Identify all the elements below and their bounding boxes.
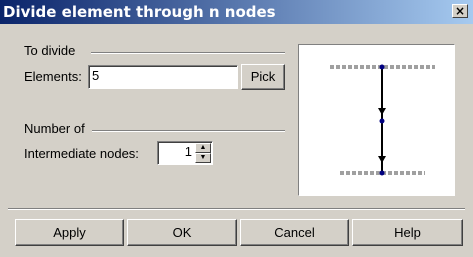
elements-label: Elements:	[24, 69, 82, 84]
spin-down-icon: ▼	[199, 154, 207, 161]
title-bar: Divide element through n nodes ×	[0, 0, 473, 24]
preview-panel	[298, 44, 455, 196]
help-button[interactable]: Help	[352, 219, 463, 246]
number-of-group-line	[92, 130, 285, 132]
divided-beam-preview-icon	[330, 64, 435, 176]
to-divide-group-label: To divide	[24, 43, 76, 58]
pick-button[interactable]: Pick	[241, 64, 285, 90]
number-of-group-label: Number of	[24, 121, 85, 136]
window-title: Divide element through n nodes	[3, 3, 276, 21]
to-divide-group-line	[91, 52, 285, 54]
cancel-button[interactable]: Cancel	[240, 219, 349, 246]
apply-button[interactable]: Apply	[15, 219, 124, 246]
spin-up-button[interactable]: ▲	[195, 143, 211, 153]
spin-down-button[interactable]: ▼	[195, 153, 211, 163]
ok-button[interactable]: OK	[127, 219, 237, 246]
elements-input[interactable]: 5	[88, 65, 238, 89]
spin-up-icon: ▲	[199, 144, 207, 151]
close-icon: ×	[454, 4, 466, 18]
button-separator	[8, 208, 465, 210]
close-button[interactable]: ×	[452, 4, 468, 18]
intermediate-nodes-label: Intermediate nodes:	[24, 146, 139, 161]
